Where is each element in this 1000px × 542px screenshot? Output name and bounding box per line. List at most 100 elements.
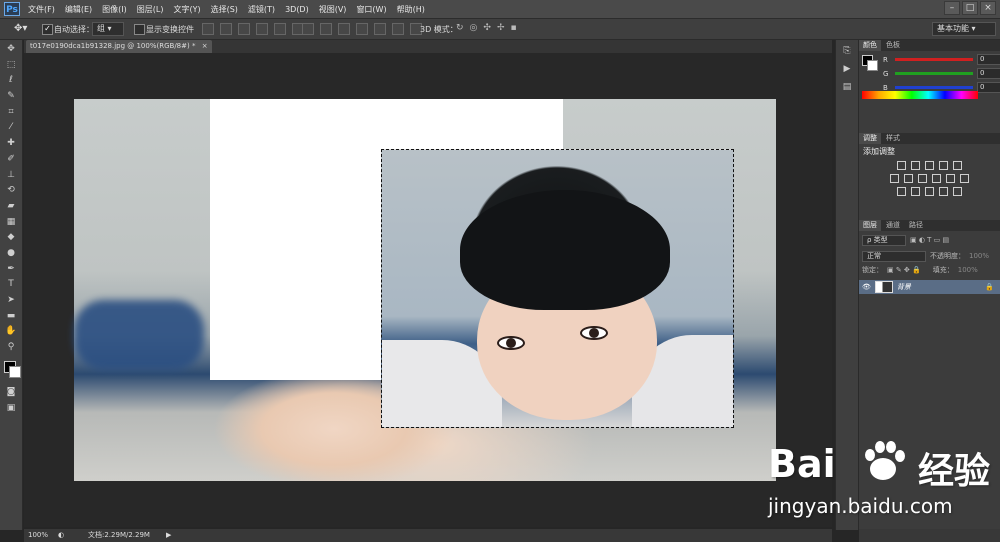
tab-color[interactable]: 颜色: [859, 40, 881, 51]
color-lookup-icon[interactable]: [960, 174, 969, 183]
channel-input-b[interactable]: 0: [977, 82, 1000, 93]
menu-item-filter[interactable]: 滤镜(T): [248, 4, 275, 15]
align-bottom-icon[interactable]: [238, 23, 250, 35]
moved-selection-layer[interactable]: [381, 149, 734, 428]
healing-brush-tool-icon[interactable]: ✚: [4, 137, 18, 149]
3d-pan-icon[interactable]: ✣: [483, 23, 491, 33]
dodge-tool-icon[interactable]: ●: [4, 247, 18, 259]
fill-value[interactable]: 100%: [958, 266, 978, 274]
crop-tool-icon[interactable]: ⌗: [4, 106, 18, 118]
color-swatches[interactable]: [0, 357, 22, 383]
distribute-bottom-icon[interactable]: [338, 23, 350, 35]
maximize-button[interactable]: □: [962, 1, 978, 15]
history-brush-tool-icon[interactable]: ⟲: [4, 184, 18, 196]
channel-mixer-icon[interactable]: [946, 174, 955, 183]
hand-tool-icon[interactable]: ✋: [4, 325, 18, 337]
color-bg-swatch[interactable]: [867, 60, 878, 71]
align-vcenter-icon[interactable]: [220, 23, 232, 35]
menu-item-3d[interactable]: 3D(D): [285, 5, 309, 14]
tab-paths[interactable]: 路径: [905, 220, 927, 231]
brightness-icon[interactable]: [897, 161, 906, 170]
channel-bar-b[interactable]: [895, 86, 973, 89]
shape-tool-icon[interactable]: ▬: [4, 310, 18, 322]
channel-input-g[interactable]: 0: [977, 68, 1000, 79]
blend-mode-dropdown[interactable]: 正常: [862, 250, 926, 262]
layer-filter-icons[interactable]: ▣ ◐ T ▭ ▤: [910, 236, 949, 244]
document-tab-close-icon[interactable]: ×: [202, 42, 208, 50]
curves-icon[interactable]: [925, 161, 934, 170]
move-tool-icon[interactable]: ✥▾: [14, 23, 27, 34]
channel-bar-r[interactable]: [895, 58, 973, 61]
properties-panel-icon[interactable]: ▤: [840, 82, 854, 94]
menu-item-view[interactable]: 视图(V): [319, 4, 347, 15]
exposure-icon[interactable]: [939, 161, 948, 170]
tab-adjustments[interactable]: 调整: [859, 133, 881, 144]
levels-icon[interactable]: [911, 161, 920, 170]
layer-row[interactable]: 👁 背景 🔒: [859, 280, 1000, 294]
background-color-swatch[interactable]: [9, 366, 21, 379]
quick-select-tool-icon[interactable]: ✎: [4, 90, 18, 102]
vibrance-icon[interactable]: [953, 161, 962, 170]
menu-item-select[interactable]: 选择(S): [211, 4, 238, 15]
align-left-icon[interactable]: [256, 23, 268, 35]
zoom-level[interactable]: 100%: [28, 529, 48, 542]
channel-input-r[interactable]: 0: [977, 54, 1000, 65]
menu-item-type[interactable]: 文字(Y): [173, 4, 200, 15]
menu-item-file[interactable]: 文件(F): [28, 4, 55, 15]
menu-item-window[interactable]: 窗口(W): [356, 4, 386, 15]
distribute-right-icon[interactable]: [392, 23, 404, 35]
distribute-vcenter-icon[interactable]: [320, 23, 332, 35]
threshold-icon[interactable]: [925, 187, 934, 196]
lasso-tool-icon[interactable]: ℓ: [4, 74, 18, 86]
path-select-tool-icon[interactable]: ➤: [4, 294, 18, 306]
eyedropper-tool-icon[interactable]: ⁄: [4, 121, 18, 133]
close-button[interactable]: ×: [980, 1, 996, 15]
document-tab[interactable]: t017e0190dca1b91328.jpg @ 100%(RGB/8#) *…: [26, 40, 212, 53]
screen-mode-icon[interactable]: ▣: [4, 402, 18, 414]
auto-select-checkbox[interactable]: ✓: [42, 24, 53, 35]
quick-mask-icon[interactable]: ◙: [4, 386, 18, 398]
distribute-top-icon[interactable]: [302, 23, 314, 35]
zoom-tool-icon[interactable]: ⚲: [4, 341, 18, 353]
actions-panel-icon[interactable]: ▶: [840, 64, 854, 76]
layer-kind-filter[interactable]: ρ 类型: [862, 234, 906, 246]
distribute-hcenter-icon[interactable]: [374, 23, 386, 35]
distribute-left-icon[interactable]: [356, 23, 368, 35]
3d-rotate-icon[interactable]: ↻: [456, 23, 464, 33]
opacity-value[interactable]: 100%: [969, 252, 989, 260]
clone-stamp-tool-icon[interactable]: ⊥: [4, 169, 18, 181]
gradient-tool-icon[interactable]: ▦: [4, 216, 18, 228]
minimize-button[interactable]: –: [944, 1, 960, 15]
tab-styles[interactable]: 样式: [882, 133, 904, 144]
workspace-dropdown[interactable]: 基本功能 ▾: [932, 22, 996, 36]
menu-item-help[interactable]: 帮助(H): [397, 4, 425, 15]
selective-color-icon[interactable]: [939, 187, 948, 196]
3d-slide-icon[interactable]: ✢: [497, 23, 505, 33]
3d-roll-icon[interactable]: ◎: [470, 23, 478, 33]
align-top-icon[interactable]: [202, 23, 214, 35]
align-hcenter-icon[interactable]: [274, 23, 286, 35]
photo-filter-icon[interactable]: [932, 174, 941, 183]
layer-visibility-eye-icon[interactable]: 👁: [862, 283, 871, 291]
menu-item-layer[interactable]: 图层(L): [137, 4, 164, 15]
menu-item-edit[interactable]: 编辑(E): [65, 4, 92, 15]
hue-saturation-icon[interactable]: [890, 174, 899, 183]
color-spectrum-bar[interactable]: [862, 91, 978, 99]
type-tool-icon[interactable]: T: [4, 278, 18, 290]
tab-swatches[interactable]: 色板: [882, 40, 904, 51]
channel-bar-g[interactable]: [895, 72, 973, 75]
lock-icons[interactable]: ▣ ✎ ✥ 🔒: [887, 266, 921, 274]
color-balance-icon[interactable]: [904, 174, 913, 183]
blur-tool-icon[interactable]: ◆: [4, 231, 18, 243]
menu-item-image[interactable]: 图像(I): [102, 4, 127, 15]
move-tool-icon[interactable]: ✥: [4, 43, 18, 55]
auto-select-dropdown[interactable]: 组 ▾: [92, 22, 124, 36]
tab-layers[interactable]: 图层: [859, 220, 881, 231]
show-transform-checkbox[interactable]: [134, 24, 145, 35]
status-menu-arrow-icon[interactable]: ▶: [166, 529, 171, 542]
marquee-tool-icon[interactable]: ⬚: [4, 59, 18, 71]
eraser-tool-icon[interactable]: ▰: [4, 200, 18, 212]
black-white-icon[interactable]: [918, 174, 927, 183]
3d-scale-icon[interactable]: ▪: [511, 23, 517, 33]
invert-icon[interactable]: [897, 187, 906, 196]
